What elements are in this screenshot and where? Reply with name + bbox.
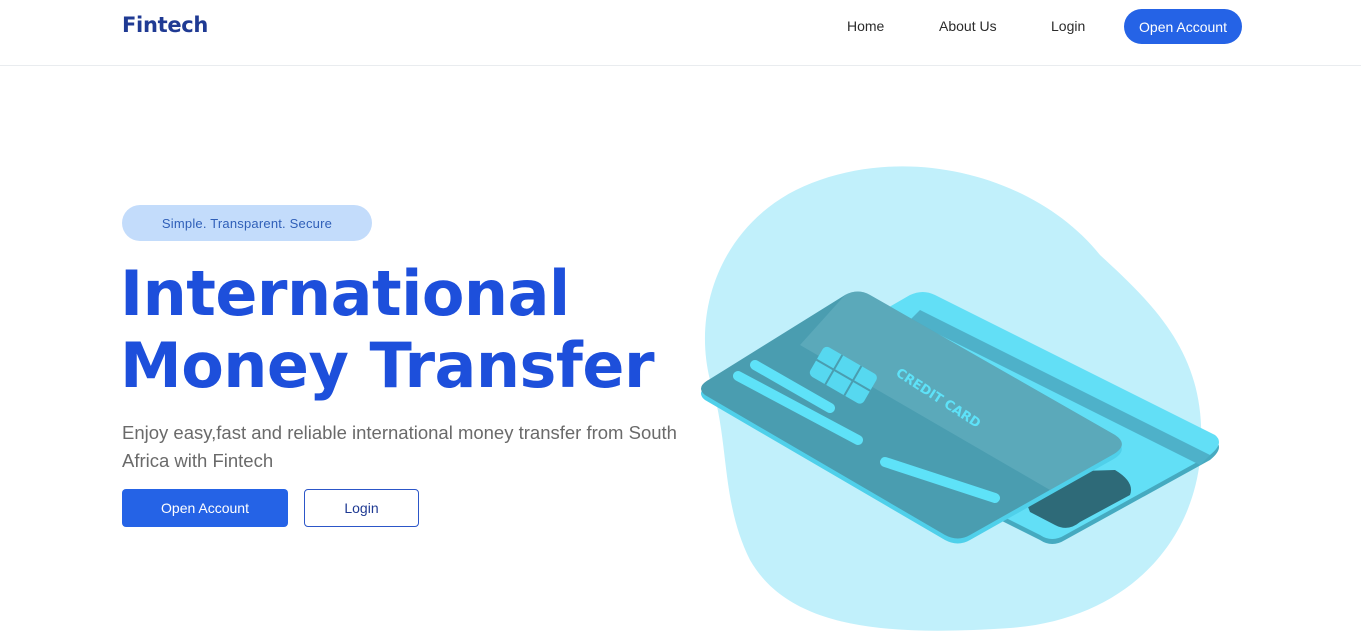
hero-description: Enjoy easy,fast and reliable internation… xyxy=(122,422,677,471)
tagline-badge: Simple. Transparent. Secure xyxy=(122,205,372,241)
open-account-button[interactable]: Open Account xyxy=(122,489,288,527)
hero-title: International Money Transfer xyxy=(120,258,720,402)
nav-open-account-button[interactable]: Open Account xyxy=(1124,9,1242,44)
nav-link-home[interactable]: Home xyxy=(847,18,884,34)
hero-title-line-2: Money Transfer xyxy=(120,329,655,402)
login-button[interactable]: Login xyxy=(304,489,419,527)
brand-logo[interactable]: Fintech xyxy=(122,13,208,37)
credit-card-illustration-svg: CREDIT CARD xyxy=(701,166,1219,631)
hero-title-line-1: International xyxy=(120,257,570,330)
credit-card-illustration: CREDIT CARD xyxy=(690,160,1250,635)
nav-link-about-us[interactable]: About Us xyxy=(939,18,997,34)
nav-link-login[interactable]: Login xyxy=(1051,18,1085,34)
top-navbar: Fintech Home About Us Login Open Account xyxy=(0,0,1361,66)
